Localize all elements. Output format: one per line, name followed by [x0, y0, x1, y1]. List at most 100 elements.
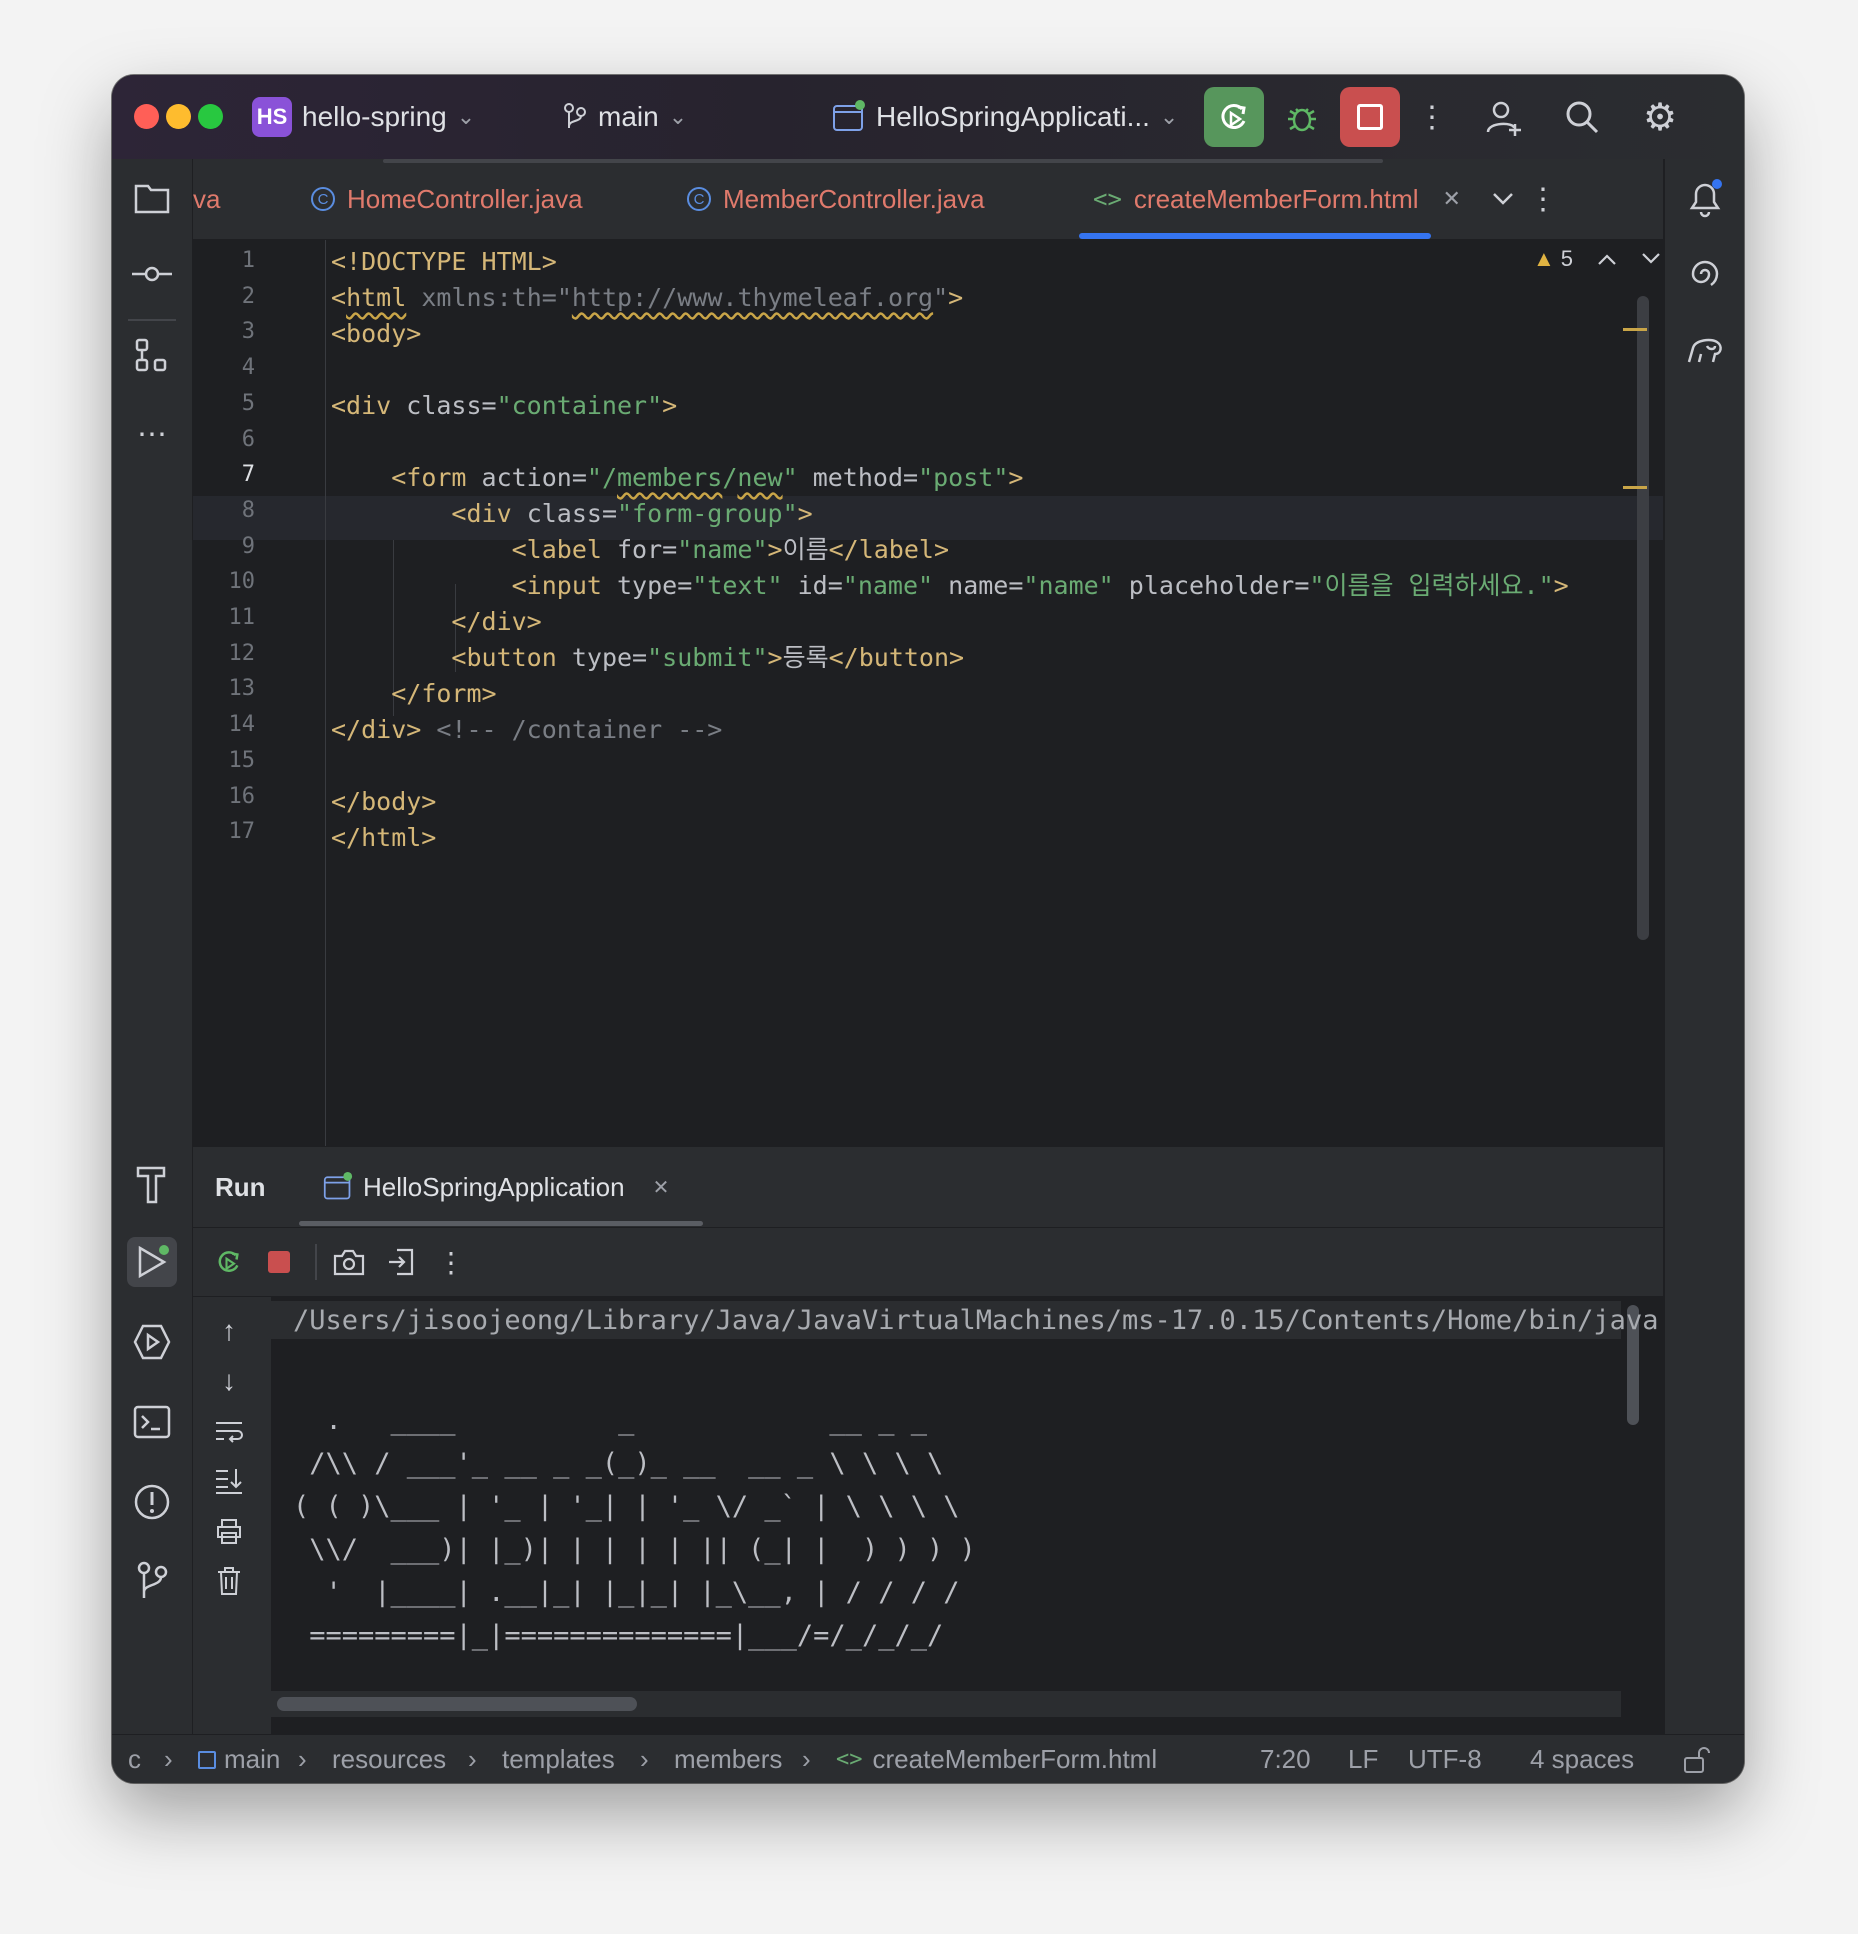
breadcrumb-item[interactable]: main: [198, 1735, 280, 1783]
print-button[interactable]: [207, 1511, 251, 1551]
left-tool-strip: ⋯: [112, 159, 193, 1734]
tab-member-controller[interactable]: C MemberController.java: [687, 159, 985, 239]
run-tab-hello-spring[interactable]: HelloSpringApplication ✕: [323, 1147, 669, 1227]
right-tool-strip: [1664, 159, 1744, 1734]
services-icon: [133, 1324, 171, 1360]
soft-wrap-button[interactable]: [207, 1411, 251, 1451]
tab-more-button[interactable]: ⋮: [1513, 169, 1573, 229]
editor-scrollbar[interactable]: [1637, 296, 1649, 940]
chevron-right-icon: ›: [640, 1744, 649, 1774]
run-tool-button[interactable]: [127, 1237, 177, 1287]
branch-selector[interactable]: main ⌄: [562, 75, 687, 159]
caret-position[interactable]: 7:20: [1260, 1735, 1311, 1783]
minimize-window-button[interactable]: [166, 104, 191, 129]
read-only-toggle[interactable]: [1682, 1735, 1710, 1783]
scroll-up-button[interactable]: ↑: [207, 1311, 251, 1351]
editor-tabs: va C HomeController.java C MemberControl…: [193, 159, 1663, 240]
git-icon: [137, 1561, 168, 1598]
tab-label: HomeController.java: [347, 183, 583, 214]
project-name: hello-spring: [302, 101, 447, 132]
problems-icon: [134, 1484, 170, 1520]
run-tool-window: Run HelloSpringApplication ✕ ⋮ ↑ ↓ /User…: [193, 1147, 1663, 1734]
project-selector[interactable]: HS hello-spring ⌄: [252, 75, 475, 159]
settings-button[interactable]: ⚙: [1630, 87, 1690, 147]
file-encoding-label: UTF-8: [1408, 1744, 1482, 1774]
run-more-button[interactable]: ⋮: [429, 1240, 473, 1284]
search-button[interactable]: [1552, 87, 1612, 147]
tab-home-controller[interactable]: C HomeController.java: [311, 159, 583, 239]
scroll-to-end-button[interactable]: [207, 1461, 251, 1501]
breadcrumb-label: createMemberForm.html: [872, 1744, 1158, 1774]
tab-truncated[interactable]: va: [193, 159, 220, 239]
console-output[interactable]: /Users/jisoojeong/Library/Java/JavaVirtu…: [271, 1297, 1663, 1734]
rerun-button[interactable]: [207, 1240, 251, 1284]
chevron-up-icon[interactable]: [1597, 252, 1617, 266]
camera-icon: [333, 1249, 365, 1276]
chevron-right-icon: ›: [802, 1744, 811, 1774]
notifications-button[interactable]: [1680, 173, 1730, 223]
tab-label: createMemberForm.html: [1133, 183, 1419, 214]
code-line-17: </html>: [331, 823, 437, 852]
breadcrumb-item[interactable]: members: [674, 1735, 782, 1783]
breadcrumb-item[interactable]: c: [128, 1735, 141, 1783]
line-separator[interactable]: LF: [1348, 1735, 1378, 1783]
line-number: 1: [241, 248, 255, 273]
warning-marker[interactable]: [1623, 328, 1647, 331]
breadcrumb-item[interactable]: templates: [502, 1735, 615, 1783]
project-badge: HS: [252, 97, 292, 137]
stop-button[interactable]: [1340, 87, 1400, 147]
scroll-down-button[interactable]: ↓: [207, 1361, 251, 1401]
zoom-window-button[interactable]: [198, 104, 223, 129]
breadcrumb-item[interactable]: <> createMemberForm.html: [836, 1735, 1157, 1783]
debug-button[interactable]: [1272, 87, 1332, 147]
close-window-button[interactable]: [134, 104, 159, 129]
file-encoding[interactable]: UTF-8: [1408, 1735, 1482, 1783]
close-tab-icon[interactable]: ✕: [653, 1175, 670, 1200]
printer-icon: [217, 1519, 241, 1544]
ai-assistant-button[interactable]: [1680, 249, 1730, 299]
tab-create-member-form[interactable]: <> createMemberForm.html ✕: [1093, 159, 1461, 239]
indent-settings[interactable]: 4 spaces: [1530, 1735, 1634, 1783]
java-class-icon: C: [311, 187, 335, 211]
close-tab-icon[interactable]: ✕: [1443, 186, 1461, 212]
more-actions-button[interactable]: ⋮: [1402, 87, 1462, 147]
stop-button[interactable]: [257, 1240, 301, 1284]
line-number: 16: [228, 783, 256, 809]
structure-tool-button[interactable]: [127, 331, 177, 381]
restore-layout-button[interactable]: [379, 1240, 423, 1284]
console-line: /Users/jisoojeong/Library/Java/JavaVirtu…: [293, 1305, 1663, 1336]
line-number: 5: [241, 390, 255, 416]
warning-count: 5: [1560, 246, 1574, 271]
more-tools-button[interactable]: ⋯: [127, 409, 177, 459]
project-tool-button[interactable]: [127, 173, 177, 223]
breadcrumb-item[interactable]: resources: [332, 1735, 446, 1783]
terminal-icon: [133, 1405, 171, 1439]
git-tool-button[interactable]: [127, 1555, 177, 1605]
services-tool-button[interactable]: [127, 1317, 177, 1367]
build-tool-button[interactable]: [127, 1159, 177, 1209]
code-editor[interactable]: 1 2 3 4 5 6 7 8 9 10 11 12 13 14 15 16 17 <!DOCTYPE HTML…: [193, 240, 1663, 1146]
trash-icon: [218, 1567, 240, 1595]
breadcrumb-label: members: [674, 1744, 783, 1774]
screenshot-button[interactable]: [327, 1240, 371, 1284]
add-user-button[interactable]: [1474, 87, 1534, 147]
run-config-selector[interactable]: HelloSpringApplicati... ⌄: [832, 75, 1178, 159]
inspection-widget[interactable]: ▲ 5: [1533, 246, 1661, 272]
line-number: 4: [241, 355, 255, 381]
console-line: . ____ _ __ _ _: [293, 1405, 927, 1436]
clear-console-button[interactable]: [207, 1561, 251, 1601]
console-horizontal-scrollbar[interactable]: [277, 1697, 637, 1711]
chevron-down-icon[interactable]: [1641, 252, 1661, 266]
spiral-icon: [1691, 260, 1719, 287]
problems-tool-button[interactable]: [127, 1477, 177, 1527]
terminal-tool-button[interactable]: [127, 1397, 177, 1447]
database-tool-button[interactable]: [1680, 325, 1730, 375]
console-side-toolbar: ↑ ↓: [193, 1297, 271, 1734]
commit-tool-button[interactable]: [127, 249, 177, 299]
html-file-icon: <>: [1093, 185, 1122, 213]
indent-label: 4 spaces: [1530, 1744, 1635, 1774]
warning-marker[interactable]: [1623, 486, 1647, 489]
rerun-button[interactable]: [1204, 87, 1264, 147]
gear-icon: ⚙: [1642, 96, 1678, 139]
line-number: 2: [241, 283, 255, 309]
